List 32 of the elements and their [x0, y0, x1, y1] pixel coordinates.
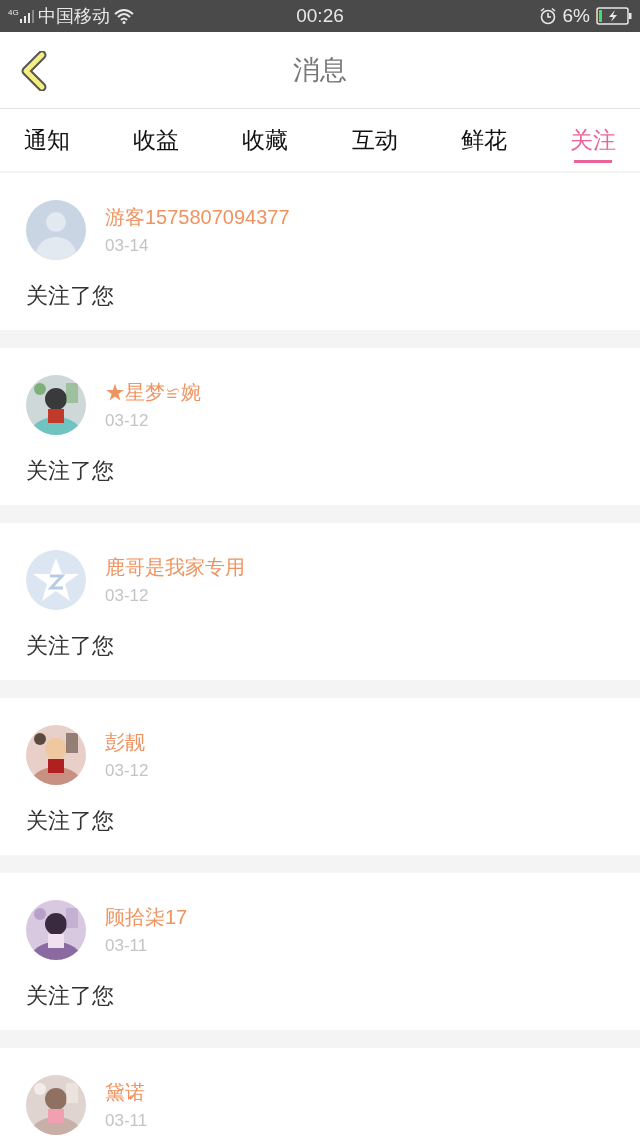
alarm-icon [538, 7, 557, 25]
message-text: 关注了您 [26, 632, 115, 660]
tab[interactable]: 收藏 [242, 109, 289, 171]
message-text: 关注了您 [26, 982, 115, 1010]
tab[interactable]: 鲜花 [460, 109, 507, 171]
message-card[interactable]: 顾拾柒17 03-11 关注了您 [0, 873, 640, 1030]
tab[interactable]: 通知 [24, 109, 70, 171]
clock-time: 00:26 [296, 3, 344, 28]
message-date: 03-12 [105, 585, 150, 607]
star-avatar-icon [26, 550, 86, 610]
tab[interactable]: 互动 [351, 109, 398, 171]
wifi-icon [113, 8, 134, 24]
message-card[interactable]: 鹿哥是我家专用 03-12 关注了您 [0, 523, 640, 680]
battery-percent: 6% [562, 3, 590, 28]
page-title: 消息 [293, 53, 347, 87]
message-date: 03-12 [105, 760, 149, 782]
message-date: 03-12 [105, 410, 150, 432]
default-avatar-icon [26, 200, 86, 260]
battery-charging-icon [596, 7, 632, 25]
message-text: 关注了您 [26, 807, 115, 835]
message-card[interactable]: 彭靓 03-12 关注了您 [0, 698, 640, 855]
tab[interactable]: 收益 [133, 109, 180, 171]
message-text: 关注了您 [26, 457, 115, 485]
network-type: 4G [8, 9, 19, 17]
message-card[interactable]: 游客1575807094377 03-14 关注了您 [0, 173, 640, 330]
message-card[interactable]: ★星梦≌婉 03-12 关注了您 [0, 348, 640, 505]
message-text: 关注了您 [26, 282, 115, 310]
message-date: 03-14 [105, 235, 150, 257]
signal-icon [19, 9, 34, 23]
message-date: 03-11 [105, 935, 149, 957]
message-date: 03-11 [105, 1110, 148, 1132]
carrier-name: 中国移动 [37, 4, 110, 28]
